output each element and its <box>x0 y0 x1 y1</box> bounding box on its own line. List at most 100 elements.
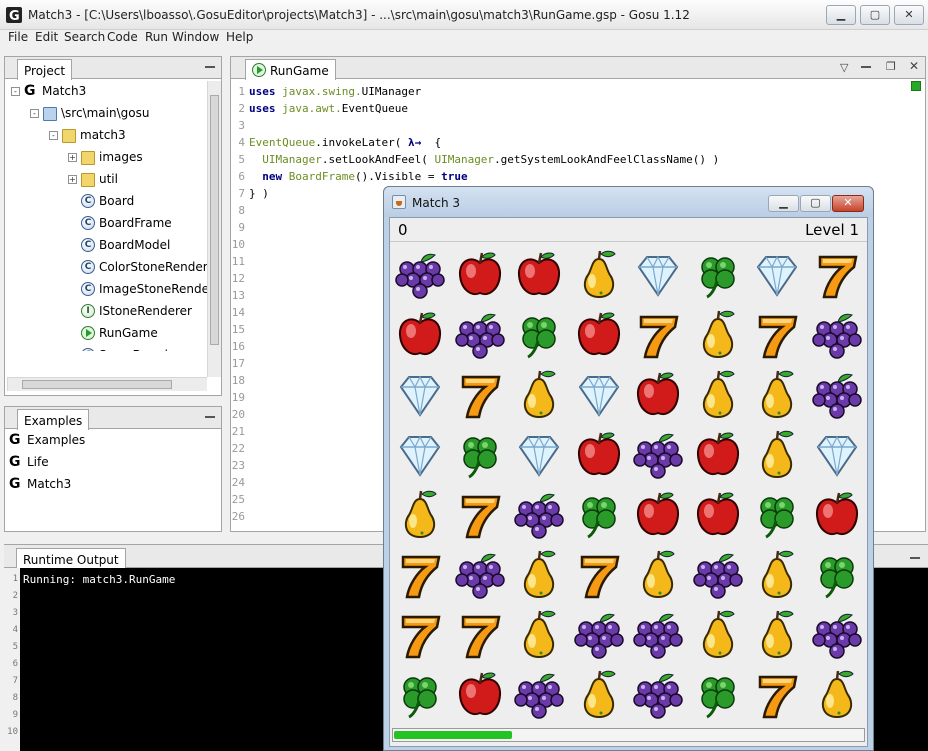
grapes-icon[interactable] <box>451 545 509 605</box>
tree-item-match3[interactable]: - match3 <box>49 126 126 144</box>
collapse-icon[interactable]: - <box>49 130 58 140</box>
grapes-icon[interactable] <box>510 485 568 545</box>
grapes-icon[interactable] <box>629 425 687 485</box>
restore-icon[interactable]: ❐ <box>886 60 896 73</box>
game-board[interactable] <box>391 245 867 725</box>
seven-icon[interactable] <box>391 545 449 605</box>
apple-icon[interactable] <box>510 245 568 305</box>
project-vscroll-thumb[interactable] <box>210 95 219 345</box>
example-item-life[interactable]: G Life <box>9 453 49 471</box>
apple-icon[interactable] <box>451 665 509 725</box>
tree-item-istonerenderer[interactable]: I IStoneRenderer <box>68 302 192 320</box>
seven-icon[interactable] <box>629 305 687 365</box>
collapse-icon[interactable]: - <box>30 108 39 118</box>
close-button[interactable]: ✕ <box>894 5 924 25</box>
seven-icon[interactable] <box>808 245 866 305</box>
clover-icon[interactable] <box>689 665 747 725</box>
seven-icon[interactable] <box>391 605 449 665</box>
pear-icon[interactable] <box>629 545 687 605</box>
menu-edit[interactable]: Edit <box>35 30 58 44</box>
grapes-icon[interactable] <box>570 605 628 665</box>
pear-icon[interactable] <box>689 365 747 425</box>
seven-icon[interactable] <box>451 485 509 545</box>
seven-icon[interactable] <box>570 545 628 605</box>
project-hscrollbar[interactable] <box>7 377 207 391</box>
clover-icon[interactable] <box>391 665 449 725</box>
clover-icon[interactable] <box>748 485 806 545</box>
grapes-icon[interactable] <box>629 665 687 725</box>
seven-icon[interactable] <box>748 665 806 725</box>
project-minimize-icon[interactable] <box>205 66 215 68</box>
grapes-icon[interactable] <box>510 665 568 725</box>
tab-rungame[interactable]: RunGame <box>245 59 336 80</box>
apple-icon[interactable] <box>689 485 747 545</box>
pear-icon[interactable] <box>570 665 628 725</box>
diamond-icon[interactable] <box>629 245 687 305</box>
tree-item-images[interactable]: + images <box>68 148 143 166</box>
apple-icon[interactable] <box>570 305 628 365</box>
diamond-icon[interactable] <box>808 425 866 485</box>
diamond-icon[interactable] <box>391 425 449 485</box>
diamond-icon[interactable] <box>748 245 806 305</box>
project-vscrollbar[interactable] <box>207 81 221 377</box>
editor-minimize-icon[interactable] <box>861 66 871 68</box>
pear-icon[interactable] <box>748 365 806 425</box>
grapes-icon[interactable] <box>451 305 509 365</box>
pear-icon[interactable] <box>510 365 568 425</box>
menu-search[interactable]: Search <box>64 30 105 44</box>
grapes-icon[interactable] <box>629 605 687 665</box>
clover-icon[interactable] <box>451 425 509 485</box>
collapse-icon[interactable]: - <box>11 86 20 96</box>
clover-icon[interactable] <box>689 245 747 305</box>
tree-item-src-main-gosu[interactable]: - \src\main\gosu <box>30 104 149 122</box>
menu-window[interactable]: Window <box>172 30 219 44</box>
grapes-icon[interactable] <box>808 605 866 665</box>
example-item-match3[interactable]: G Match3 <box>9 475 71 493</box>
expand-icon[interactable]: + <box>68 174 77 184</box>
pear-icon[interactable] <box>689 305 747 365</box>
tree-item-match3[interactable]: - G Match3 <box>11 82 86 100</box>
tree-item-util[interactable]: + util <box>68 170 118 188</box>
menu-file[interactable]: File <box>8 30 28 44</box>
grapes-icon[interactable] <box>689 545 747 605</box>
apple-icon[interactable] <box>808 485 866 545</box>
pear-icon[interactable] <box>808 665 866 725</box>
apple-icon[interactable] <box>629 485 687 545</box>
tree-item-boardmodel[interactable]: C BoardModel <box>68 236 170 254</box>
grapes-icon[interactable] <box>808 305 866 365</box>
pear-icon[interactable] <box>689 605 747 665</box>
expand-icon[interactable]: + <box>68 152 77 162</box>
tree-item-colorstonerenderer[interactable]: C ColorStoneRenderer <box>68 258 207 276</box>
maximize-button[interactable]: ▢ <box>860 5 890 25</box>
apple-icon[interactable] <box>391 305 449 365</box>
pear-icon[interactable] <box>748 545 806 605</box>
tree-item-board[interactable]: C Board <box>68 192 134 210</box>
seven-icon[interactable] <box>748 305 806 365</box>
pear-icon[interactable] <box>748 605 806 665</box>
close-editor-icon[interactable]: ✕ <box>909 59 919 73</box>
grapes-icon[interactable] <box>391 245 449 305</box>
project-hscroll-thumb[interactable] <box>22 380 172 389</box>
clover-icon[interactable] <box>808 545 866 605</box>
tree-item-scoreboard[interactable]: C ScoreBoard <box>68 346 168 351</box>
menu-code[interactable]: Code <box>107 30 138 44</box>
pear-icon[interactable] <box>510 605 568 665</box>
apple-icon[interactable] <box>689 425 747 485</box>
tree-item-rungame[interactable]: RunGame <box>68 324 158 342</box>
apple-icon[interactable] <box>570 425 628 485</box>
pear-icon[interactable] <box>570 245 628 305</box>
clover-icon[interactable] <box>570 485 628 545</box>
tree-item-imagestonerenderer[interactable]: C ImageStoneRenderer <box>68 280 207 298</box>
match3-close-button[interactable]: ✕ <box>832 195 864 212</box>
example-item-examples[interactable]: G Examples <box>9 431 85 449</box>
tree-item-boardframe[interactable]: C BoardFrame <box>68 214 172 232</box>
clover-icon[interactable] <box>510 305 568 365</box>
apple-icon[interactable] <box>629 365 687 425</box>
menu-help[interactable]: Help <box>226 30 253 44</box>
tab-project[interactable]: Project <box>17 59 73 80</box>
pear-icon[interactable] <box>391 485 449 545</box>
seven-icon[interactable] <box>451 605 509 665</box>
diamond-icon[interactable] <box>570 365 628 425</box>
grapes-icon[interactable] <box>808 365 866 425</box>
runtime-minimize-icon[interactable] <box>910 557 920 559</box>
